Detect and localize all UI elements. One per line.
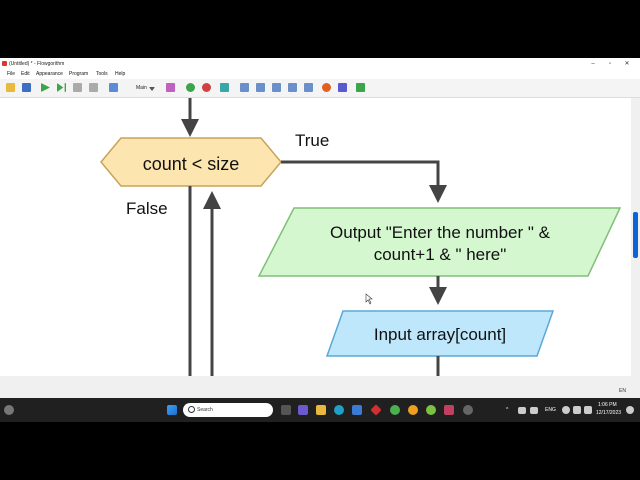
decision-label: count < size [143,154,240,174]
false-label: False [126,199,168,218]
variables-icon[interactable] [166,83,175,92]
battery-icon[interactable] [584,406,592,414]
zoom-in-icon[interactable] [186,83,195,92]
chart-icon[interactable] [288,83,297,92]
stop-icon[interactable] [89,83,98,92]
true-branch-arrow [281,160,447,203]
close-button[interactable]: ✕ [620,60,634,68]
drawing-icon[interactable] [304,83,313,92]
flowchart-canvas[interactable]: count < size True False Output "Enter th… [0,98,631,418]
taskbar-time[interactable]: 1:06 PM [598,402,617,408]
mouse-cursor-icon [365,293,373,305]
pause-icon[interactable] [73,83,82,92]
layout-selector[interactable]: Main [136,85,147,91]
speed-slider-icon[interactable] [109,83,118,92]
taskbar-date[interactable]: 12/17/2023 [596,410,621,416]
screen: (Untitled) * - Flowgorithm – ▫ ✕ File Ed… [0,58,640,422]
windows-start-icon[interactable] [167,405,177,415]
flowgorithm-app-icon [2,61,7,66]
chevron-down-icon[interactable] [149,87,155,91]
open-folder-icon[interactable] [6,83,15,92]
edge-icon[interactable] [334,405,344,415]
store-icon[interactable] [352,405,362,415]
zoom-out-icon[interactable] [202,83,211,92]
widgets-icon[interactable] [4,405,14,415]
tray-chevron-up-icon[interactable]: ^ [506,407,508,413]
output-label-line1: Output "Enter the number " & [330,223,551,242]
title-bar: (Untitled) * - Flowgorithm – ▫ ✕ [0,58,640,70]
step-icon[interactable] [57,83,66,92]
fit-icon[interactable] [220,83,229,92]
watch-icon[interactable] [272,83,281,92]
chrome-canary-icon[interactable] [408,405,418,415]
tray-app-icon[interactable] [518,407,526,414]
tray-network-icon[interactable] [530,407,538,414]
toolbar: Main [0,79,640,98]
flowchart-diagram: count < size True False Output "Enter th… [100,98,622,418]
menu-help[interactable]: Help [115,71,125,77]
notifications-icon[interactable] [626,406,634,414]
vertical-scrollbar[interactable] [631,98,640,414]
console-icon[interactable] [240,83,249,92]
output-shape[interactable] [257,207,622,277]
menu-appearance[interactable]: Appearance [36,71,63,77]
menu-edit[interactable]: Edit [21,71,30,77]
taskbar-search[interactable]: Search [183,403,273,417]
menu-program[interactable]: Program [69,71,88,77]
color-scheme-icon[interactable] [322,83,331,92]
status-language: EN [619,388,626,394]
horizontal-scrollbar[interactable] [0,376,631,384]
chat-icon[interactable] [298,405,308,415]
output-label-line2: count+1 & " here" [374,245,507,264]
menu-tools[interactable]: Tools [96,71,108,77]
wifi-icon[interactable] [562,406,570,414]
search-placeholder: Search [197,407,213,413]
maximize-button[interactable]: ▫ [603,60,617,68]
taskbar-language[interactable]: ENG [545,407,556,413]
input-label: Input array[count] [374,325,506,344]
window-title: (Untitled) * - Flowgorithm [9,61,65,67]
menu-file[interactable]: File [7,71,15,77]
taskbar: Search ^ ENG 1:06 PM 12/17/2023 [0,398,640,422]
file-explorer-icon[interactable] [316,405,326,415]
source-code-icon[interactable] [256,83,265,92]
task-view-icon[interactable] [281,405,291,415]
menu-bar: File Edit Appearance Program Tools Help [0,70,640,79]
minimize-button[interactable]: – [586,60,600,68]
status-bar: EN [0,384,640,398]
true-label: True [295,131,329,150]
save-icon[interactable] [22,83,31,92]
app-gray-icon[interactable] [463,405,473,415]
search-icon [188,406,195,413]
app-green-icon[interactable] [426,405,436,415]
run-icon[interactable] [41,83,50,92]
volume-icon[interactable] [573,406,581,414]
flowgorithm-taskbar-icon[interactable] [444,405,454,415]
graphics-icon[interactable] [356,83,365,92]
chrome-icon[interactable] [390,405,400,415]
app-red-diamond-icon[interactable] [370,404,382,416]
language-icon[interactable] [338,83,347,92]
vertical-scrollbar-thumb[interactable] [633,212,638,258]
